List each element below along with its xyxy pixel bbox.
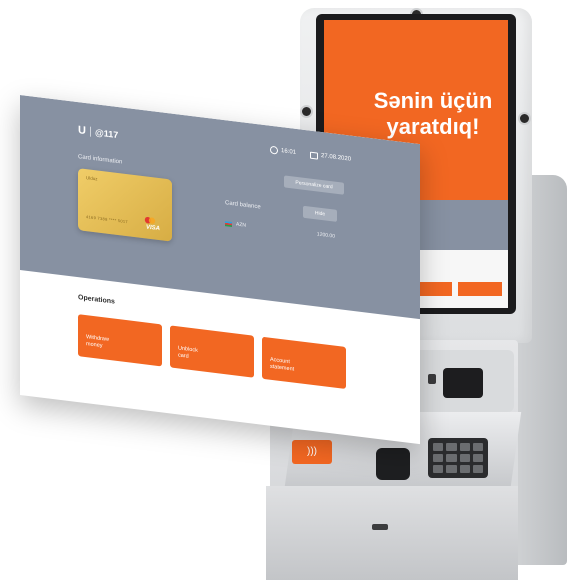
date-display: 27.08.2020 bbox=[310, 151, 351, 163]
balance-row: AZN 1200.00 bbox=[225, 220, 335, 240]
card-information-label: Card information bbox=[78, 154, 123, 166]
bank-card[interactable]: Ulduz 4169 7388 **** 5017 VISA bbox=[78, 168, 172, 242]
personalize-card-button[interactable]: Personalize card bbox=[284, 175, 344, 195]
card-balance-label: Card balance bbox=[225, 200, 261, 211]
indicator-light bbox=[428, 374, 436, 384]
kiosk-slogan: Sənin üçün yaratdıq! bbox=[368, 88, 498, 140]
kiosk-base bbox=[266, 486, 518, 580]
kiosk-mini-button bbox=[458, 282, 502, 296]
balance-currency: AZN bbox=[236, 221, 246, 229]
withdraw-money-button[interactable]: Withdraw money bbox=[78, 314, 162, 367]
unblock-card-button[interactable]: Unblock card bbox=[170, 325, 254, 378]
card-holder: Ulduz bbox=[86, 175, 98, 182]
time-display: 16:01 bbox=[270, 145, 297, 157]
calendar-icon bbox=[310, 151, 319, 160]
balance-amount: 1200.00 bbox=[316, 231, 335, 240]
date-text: 27.08.2020 bbox=[321, 152, 352, 163]
slogan-line-1: Sənin üçün bbox=[373, 88, 493, 113]
hide-balance-button[interactable]: Hide bbox=[303, 205, 337, 222]
cabinet-handle bbox=[372, 524, 388, 530]
logo-text: @117 bbox=[94, 127, 119, 141]
time-text: 16:01 bbox=[281, 148, 297, 156]
flag-icon bbox=[225, 220, 232, 227]
speaker-icon bbox=[300, 105, 313, 118]
card-number: 4169 7388 **** 5017 bbox=[86, 214, 128, 225]
clock-icon bbox=[270, 145, 278, 155]
banking-app-window: U @117 16:01 27.08.2020 Card information… bbox=[20, 95, 420, 445]
mastercard-icon bbox=[144, 216, 156, 224]
operations-title: Operations bbox=[78, 294, 115, 306]
speaker-icon bbox=[518, 112, 531, 125]
slogan-line-2: yaratdıq! bbox=[386, 114, 480, 139]
card-slot[interactable] bbox=[443, 368, 483, 398]
logo-mark: U bbox=[78, 124, 86, 138]
account-statement-button[interactable]: Account statement bbox=[262, 336, 346, 390]
visa-logo: VISA bbox=[146, 224, 161, 233]
kiosk-scene: Sənin üçün yaratdıq! ))) U @117 16:01 27… bbox=[0, 0, 580, 580]
nfc-icon[interactable]: ))) bbox=[292, 440, 332, 464]
pin-pad[interactable] bbox=[428, 438, 488, 478]
app-logo: U @117 bbox=[78, 124, 118, 141]
scanner-device bbox=[376, 448, 410, 480]
status-bar: 16:01 27.08.2020 bbox=[270, 145, 351, 164]
logo-divider bbox=[89, 126, 91, 137]
